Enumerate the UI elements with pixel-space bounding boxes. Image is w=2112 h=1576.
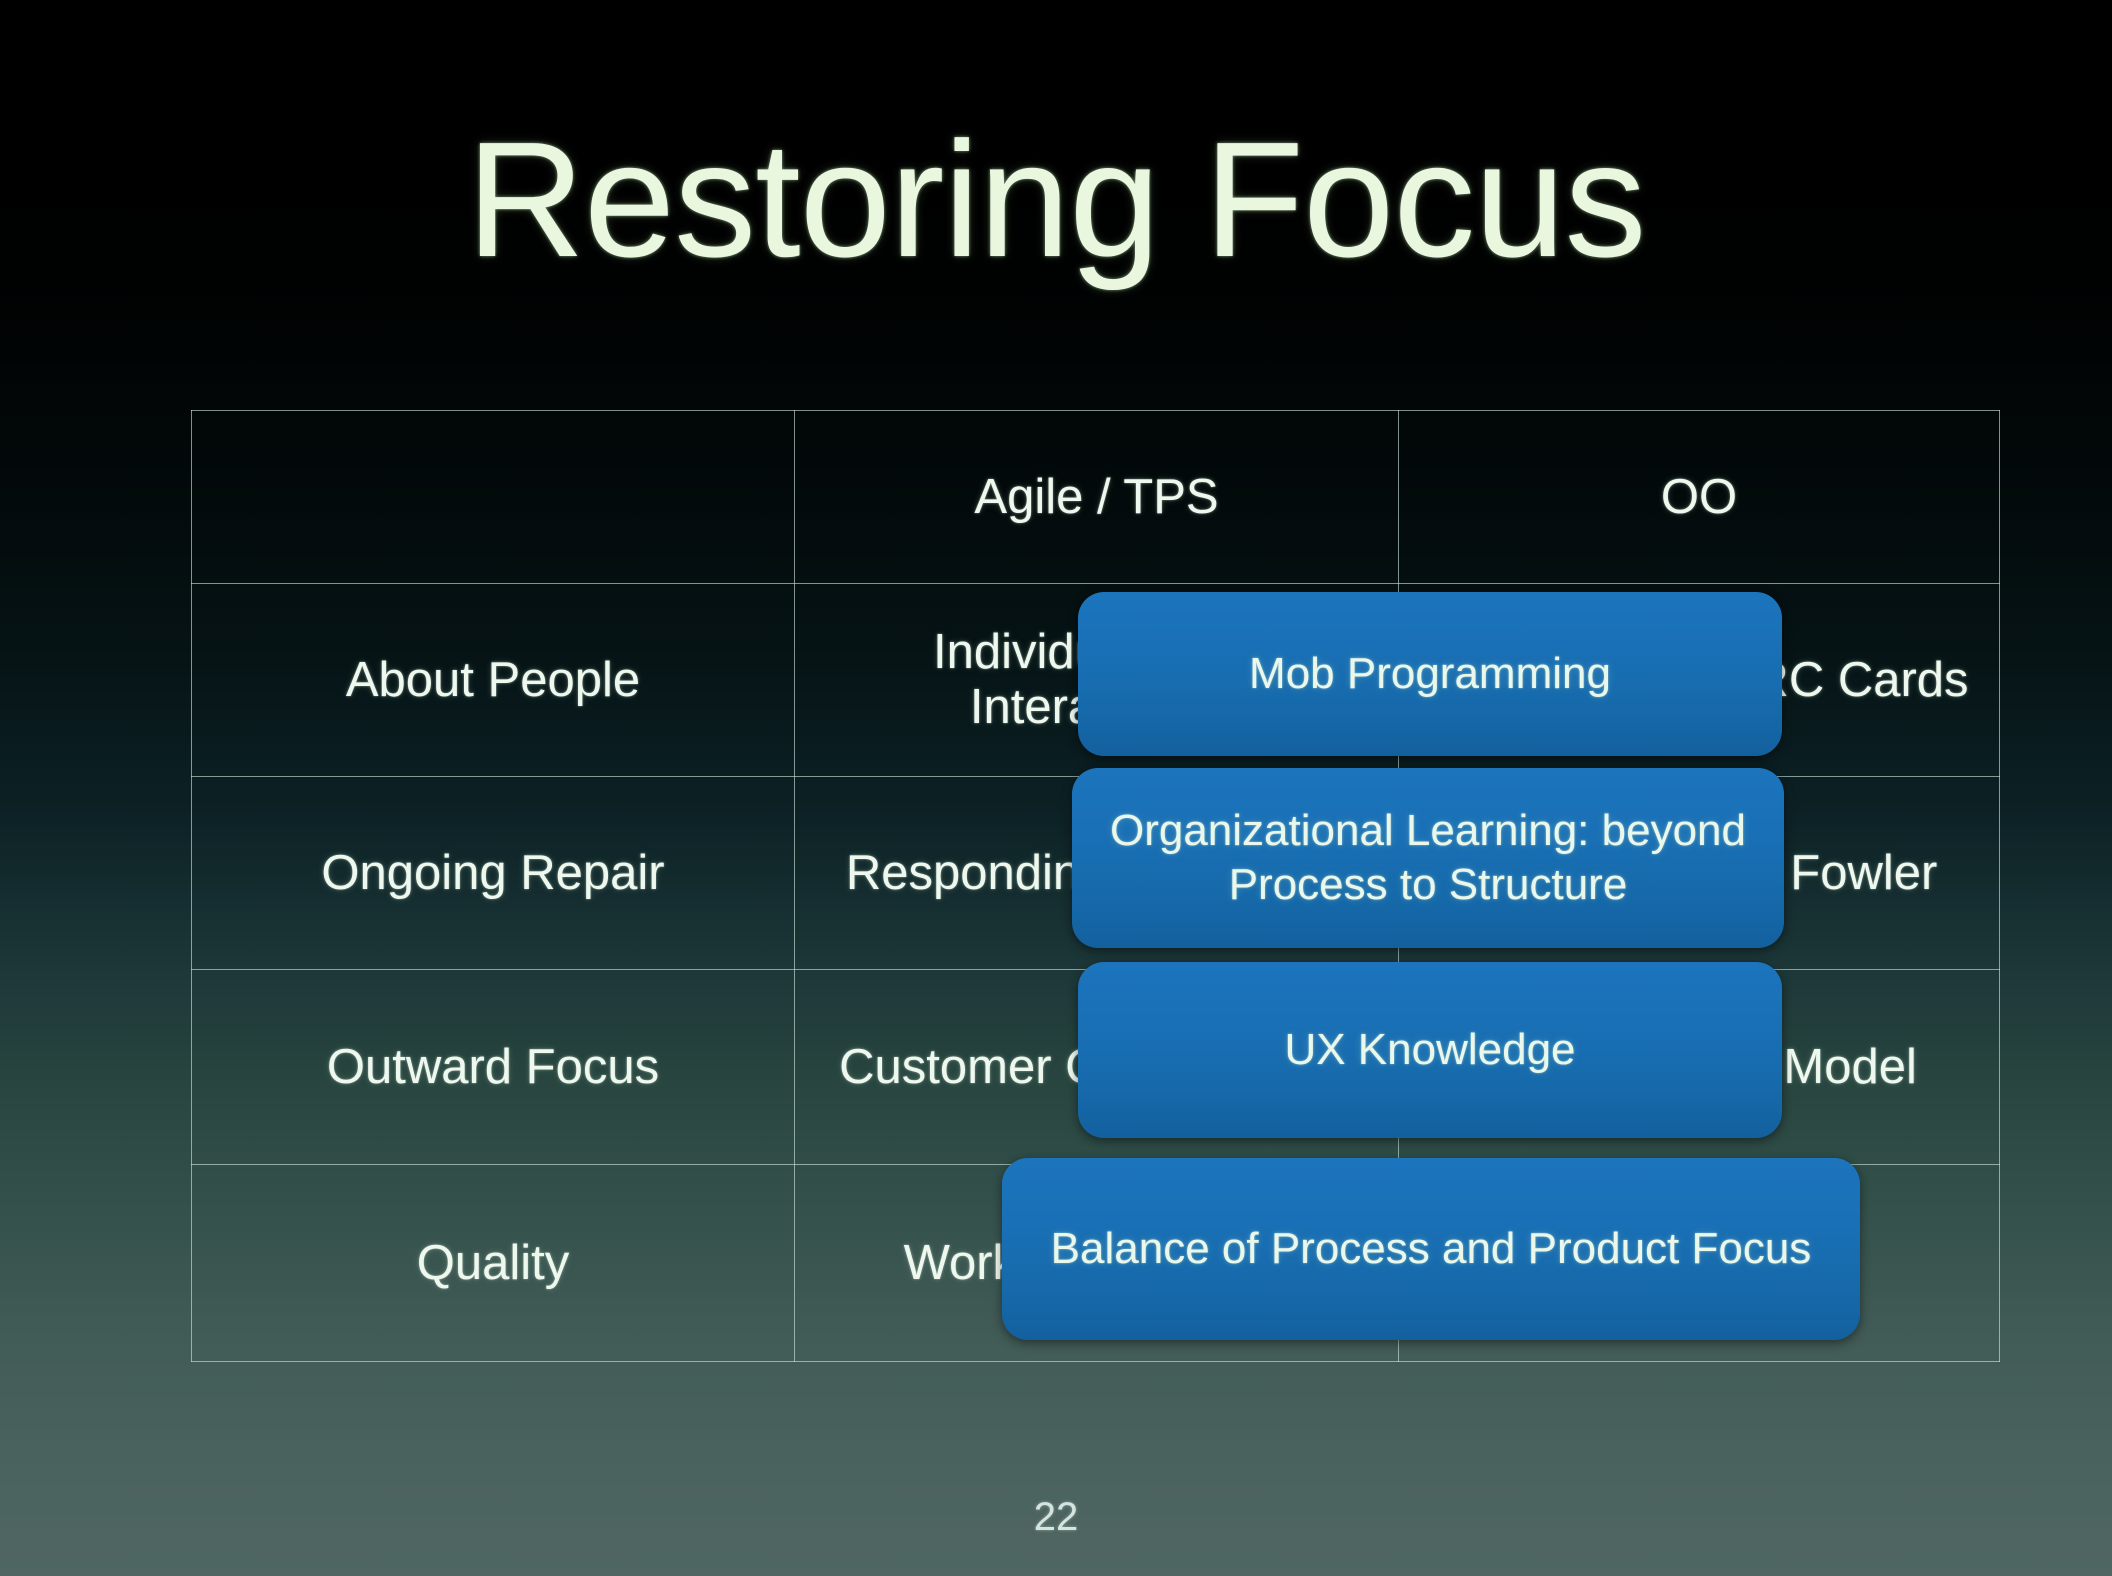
callout-balance-process-product[interactable]: Balance of Process and Product Focus	[1002, 1158, 1860, 1340]
page-number: 22	[1033, 1495, 1079, 1539]
row-label-quality: Quality	[191, 1164, 795, 1362]
slide-canvas: Restoring Focus Agile / TPS OO About Peo…	[0, 0, 2112, 1576]
header-cell-agile-tps: Agile / TPS	[794, 410, 1399, 584]
header-cell-blank	[191, 410, 795, 584]
row-label-ongoing-repair: Ongoing Repair	[191, 776, 795, 970]
row-label-outward-focus: Outward Focus	[191, 969, 795, 1165]
table-header-row: Agile / TPS OO	[191, 410, 2000, 584]
header-cell-oo: OO	[1398, 410, 2000, 584]
callout-mob-programming[interactable]: Mob Programming	[1078, 592, 1782, 756]
row-label-about-people: About People	[191, 583, 795, 777]
callout-ux-knowledge[interactable]: UX Knowledge	[1078, 962, 1782, 1138]
callout-organizational-learning[interactable]: Organizational Learning: beyond Process …	[1072, 768, 1784, 948]
page-title: Restoring Focus	[466, 108, 1646, 291]
